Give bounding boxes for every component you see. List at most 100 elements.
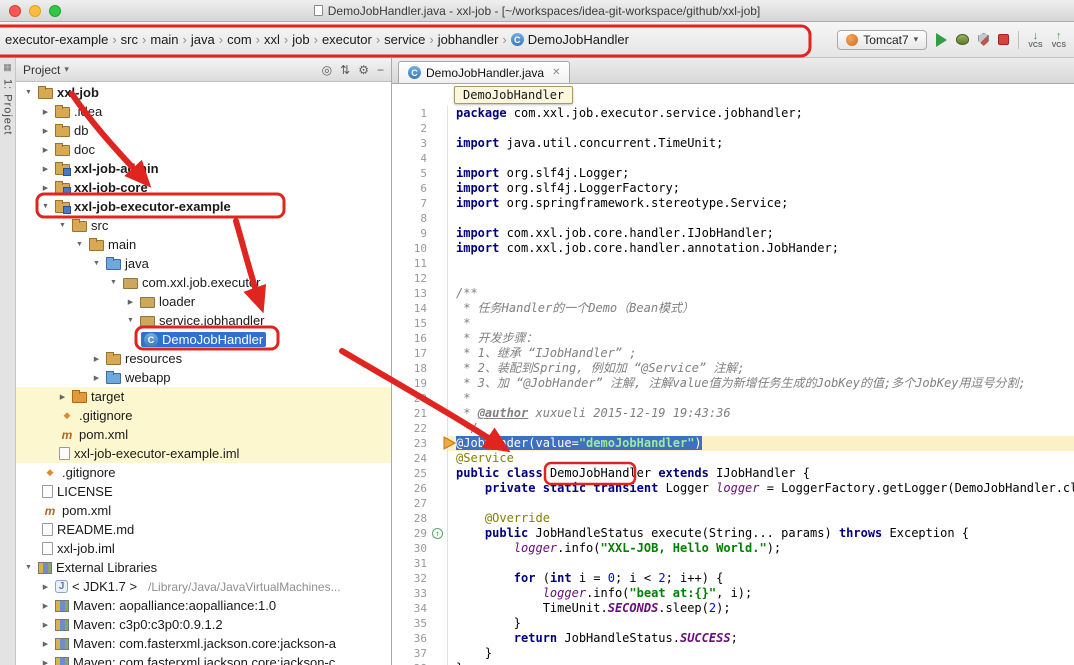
code-line-11[interactable]: 11 xyxy=(392,256,1074,271)
code-line-1[interactable]: 1package com.xxl.job.executor.service.jo… xyxy=(392,106,1074,121)
tree-item-pom-xml[interactable]: mpom.xml xyxy=(16,425,391,444)
code-line-34[interactable]: 34 TimeUnit.SECONDS.sleep(2); xyxy=(392,601,1074,616)
coverage-button[interactable] xyxy=(978,33,989,46)
tree-item-demojobhandler[interactable]: CDemoJobHandler xyxy=(16,330,391,349)
gear-icon[interactable]: ⚙ xyxy=(358,63,369,77)
tree-item-maven-c3p0-c3p0-0-9-1-2[interactable]: ▶Maven: c3p0:c3p0:0.9.1.2 xyxy=(16,615,391,634)
tree-item-java[interactable]: ▼java xyxy=(16,254,391,273)
code-line-13[interactable]: 13/** xyxy=(392,286,1074,301)
code-line-36[interactable]: 36 return JobHandleStatus.SUCCESS; xyxy=(392,631,1074,646)
code-line-17[interactable]: 17 * 1、继承 “IJobHandler” ; xyxy=(392,346,1074,361)
chevron-right-icon[interactable]: ▶ xyxy=(39,583,52,591)
vcs-update-button[interactable]: ↓ VCS xyxy=(1028,31,1042,49)
tree-item-main[interactable]: ▼main xyxy=(16,235,391,254)
code-line-26[interactable]: 26 private static transient Logger logge… xyxy=(392,481,1074,496)
tree-item-resources[interactable]: ▶resources xyxy=(16,349,391,368)
tree-item-xxl-job-core[interactable]: ▶xxl-job-core xyxy=(16,178,391,197)
close-icon[interactable]: ✕ xyxy=(552,67,560,78)
code-line-4[interactable]: 4 xyxy=(392,151,1074,166)
code-line-15[interactable]: 15 * xyxy=(392,316,1074,331)
project-view-dropdown[interactable]: Project ▾ xyxy=(23,63,69,77)
breadcrumb-item-executor-example[interactable]: executor-example xyxy=(2,30,111,49)
breadcrumb-item-com[interactable]: com xyxy=(224,30,255,49)
tree-item-gitignore[interactable]: ◆.gitignore xyxy=(16,463,391,482)
tree-item-webapp[interactable]: ▶webapp xyxy=(16,368,391,387)
debug-button[interactable] xyxy=(956,34,969,45)
chevron-right-icon[interactable]: ▶ xyxy=(90,355,103,363)
tree-item-external-libraries[interactable]: ▼External Libraries xyxy=(16,558,391,577)
code-line-22[interactable]: 22 */ xyxy=(392,421,1074,436)
chevron-down-icon[interactable]: ▼ xyxy=(22,89,35,96)
chevron-right-icon[interactable]: ▶ xyxy=(39,640,52,648)
breadcrumb-item-executor[interactable]: executor xyxy=(319,30,375,49)
tree-item-xxl-job-admin[interactable]: ▶xxl-job-admin xyxy=(16,159,391,178)
tree-item-target[interactable]: ▶target xyxy=(16,387,391,406)
tree-item-xxl-job-executor-example[interactable]: ▼xxl-job-executor-example xyxy=(16,197,391,216)
chevron-right-icon[interactable]: ▶ xyxy=(39,127,52,135)
breadcrumb-item-main[interactable]: main xyxy=(147,30,181,49)
code-line-23[interactable]: 23@JobHander(value="demoJobHandler") xyxy=(392,436,1074,451)
code-line-10[interactable]: 10import com.xxl.job.core.handler.annota… xyxy=(392,241,1074,256)
chevron-right-icon[interactable]: ▶ xyxy=(39,659,52,665)
chevron-down-icon[interactable]: ▼ xyxy=(90,260,103,267)
tree-item-gitignore[interactable]: ◆.gitignore xyxy=(16,406,391,425)
breadcrumb-item-jobhandler[interactable]: jobhandler xyxy=(435,30,502,49)
tree-item-com-xxl-job-executor[interactable]: ▼com.xxl.job.executor xyxy=(16,273,391,292)
tree-item-pom-xml[interactable]: mpom.xml xyxy=(16,501,391,520)
tree-item-readme-md[interactable]: README.md xyxy=(16,520,391,539)
override-gutter-icon[interactable]: ↑ xyxy=(432,528,443,539)
breadcrumb-item-job[interactable]: job xyxy=(289,30,312,49)
tree-item-maven-aopalliance-aopalliance-1-0[interactable]: ▶Maven: aopalliance:aopalliance:1.0 xyxy=(16,596,391,615)
code-line-3[interactable]: 3import java.util.concurrent.TimeUnit; xyxy=(392,136,1074,151)
tree-item-doc[interactable]: ▶doc xyxy=(16,140,391,159)
code-area[interactable]: 1package com.xxl.job.executor.service.jo… xyxy=(392,106,1074,665)
tree-item-maven-com-fasterxml-jackson-core-jackson-c[interactable]: ▶Maven: com.fasterxml.jackson.core:jacks… xyxy=(16,653,391,665)
tree-item-xxl-job-executor-example-iml[interactable]: xxl-job-executor-example.iml xyxy=(16,444,391,463)
code-line-25[interactable]: 25public class DemoJobHandler extends IJ… xyxy=(392,466,1074,481)
zoom-window-button[interactable] xyxy=(49,5,61,17)
chevron-right-icon[interactable]: ▶ xyxy=(39,108,52,116)
code-line-35[interactable]: 35 } xyxy=(392,616,1074,631)
breadcrumb-item-xxl[interactable]: xxl xyxy=(261,30,283,49)
minimize-window-button[interactable] xyxy=(29,5,41,17)
stop-button[interactable] xyxy=(998,34,1009,45)
tree-item-service-jobhandler[interactable]: ▼service.jobhandler xyxy=(16,311,391,330)
project-tool-window-button[interactable]: 1: Project xyxy=(2,79,14,135)
code-line-24[interactable]: 24@Service xyxy=(392,451,1074,466)
code-line-16[interactable]: 16 * 开发步骤： xyxy=(392,331,1074,346)
tree-item-jdk1-7[interactable]: ▶J< JDK1.7 >/Library/Java/JavaVirtualMac… xyxy=(16,577,391,596)
code-line-6[interactable]: 6import org.slf4j.LoggerFactory; xyxy=(392,181,1074,196)
file-breadcrumb-tag[interactable]: DemoJobHandler xyxy=(454,86,573,104)
hide-panel-icon[interactable]: − xyxy=(377,63,384,77)
run-configuration-select[interactable]: Tomcat7 ▾ xyxy=(837,30,927,50)
run-button[interactable] xyxy=(936,33,947,47)
code-line-20[interactable]: 20 * xyxy=(392,391,1074,406)
chevron-down-icon[interactable]: ▼ xyxy=(39,203,52,210)
code-line-14[interactable]: 14 * 任务Handler的一个Demo（Bean模式） xyxy=(392,301,1074,316)
breadcrumb-item-java[interactable]: java xyxy=(188,30,218,49)
code-line-30[interactable]: 30 logger.info("XXL-JOB, Hello World."); xyxy=(392,541,1074,556)
vcs-commit-button[interactable]: ↑ VCS xyxy=(1052,31,1066,49)
chevron-right-icon[interactable]: ▶ xyxy=(56,393,69,401)
chevron-right-icon[interactable]: ▶ xyxy=(39,621,52,629)
chevron-down-icon[interactable]: ▼ xyxy=(73,241,86,248)
code-line-7[interactable]: 7import org.springframework.stereotype.S… xyxy=(392,196,1074,211)
tree-item-db[interactable]: ▶db xyxy=(16,121,391,140)
tree-item-license[interactable]: LICENSE xyxy=(16,482,391,501)
tab-demojobhandler-java[interactable]: C DemoJobHandler.java ✕ xyxy=(398,61,570,83)
code-line-31[interactable]: 31 xyxy=(392,556,1074,571)
code-line-27[interactable]: 27 xyxy=(392,496,1074,511)
chevron-right-icon[interactable]: ▶ xyxy=(90,374,103,382)
chevron-down-icon[interactable]: ▼ xyxy=(124,317,137,324)
chevron-right-icon[interactable]: ▶ xyxy=(39,184,52,192)
tree-item-idea[interactable]: ▶.idea xyxy=(16,102,391,121)
breadcrumb-item-src[interactable]: src xyxy=(118,30,141,49)
breadcrumb-item-service[interactable]: service xyxy=(381,30,428,49)
chevron-down-icon[interactable]: ▼ xyxy=(107,279,120,286)
code-line-32[interactable]: 32 for (int i = 0; i < 2; i++) { xyxy=(392,571,1074,586)
code-line-18[interactable]: 18 * 2、装配到Spring, 例如加 “@Service” 注解; xyxy=(392,361,1074,376)
code-line-5[interactable]: 5import org.slf4j.Logger; xyxy=(392,166,1074,181)
code-line-29[interactable]: 29↑ public JobHandleStatus execute(Strin… xyxy=(392,526,1074,541)
locate-icon[interactable]: ◎ xyxy=(322,63,332,77)
close-window-button[interactable] xyxy=(9,5,21,17)
